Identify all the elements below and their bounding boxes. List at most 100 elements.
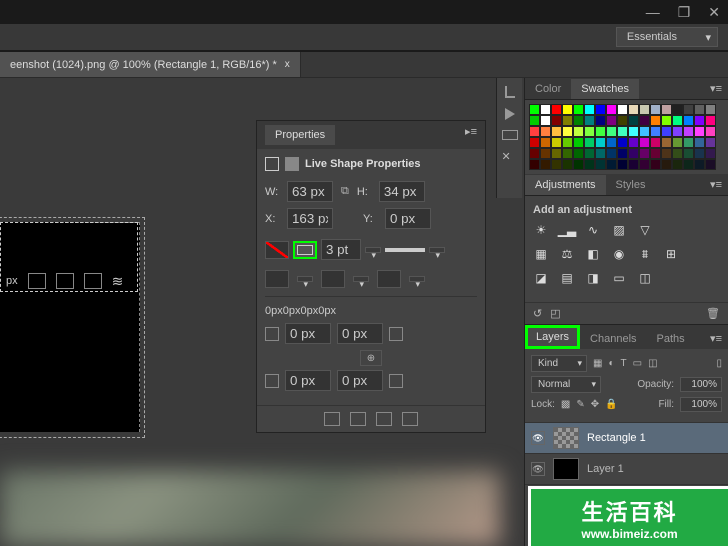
panel-menu-icon[interactable]: ▾≡ bbox=[704, 328, 728, 349]
stroke-style-dd[interactable] bbox=[429, 247, 445, 253]
tab-paths[interactable]: Paths bbox=[647, 329, 695, 349]
swatch[interactable] bbox=[672, 159, 683, 170]
brightness-icon[interactable]: ☀ bbox=[533, 222, 549, 238]
swatch[interactable] bbox=[694, 115, 705, 126]
swatch[interactable] bbox=[705, 104, 716, 115]
swatch[interactable] bbox=[562, 104, 573, 115]
opacity-input[interactable]: 100% bbox=[680, 377, 722, 392]
swatch[interactable] bbox=[606, 104, 617, 115]
link-radii-button[interactable]: ⊕ bbox=[360, 350, 382, 366]
threshold-icon[interactable]: ◨ bbox=[585, 270, 601, 286]
align-icon-2[interactable] bbox=[56, 273, 74, 289]
invert-icon[interactable]: ◪ bbox=[533, 270, 549, 286]
filter-shape-icon[interactable]: ▭ bbox=[633, 358, 642, 369]
stroke-swatch[interactable] bbox=[293, 241, 317, 259]
swatch[interactable] bbox=[650, 104, 661, 115]
history-icon[interactable] bbox=[505, 86, 515, 98]
posterize-icon[interactable]: ▤ bbox=[559, 270, 575, 286]
hue-icon[interactable]: ▦ bbox=[533, 246, 549, 262]
swatch[interactable] bbox=[650, 148, 661, 159]
blend-mode-dd[interactable]: Normal bbox=[531, 376, 601, 393]
swatch[interactable] bbox=[540, 115, 551, 126]
swatch[interactable] bbox=[650, 159, 661, 170]
swatch[interactable] bbox=[540, 126, 551, 137]
swatch[interactable] bbox=[628, 126, 639, 137]
properties-tab[interactable]: Properties bbox=[265, 125, 335, 145]
gradient-map-icon[interactable]: ▭ bbox=[611, 270, 627, 286]
swatch[interactable] bbox=[606, 126, 617, 137]
swatch[interactable] bbox=[529, 148, 540, 159]
swatch[interactable] bbox=[694, 159, 705, 170]
swatch[interactable] bbox=[562, 137, 573, 148]
y-input[interactable] bbox=[385, 208, 431, 229]
swatch[interactable] bbox=[672, 115, 683, 126]
paragraph-icon[interactable] bbox=[502, 130, 518, 140]
bw-icon[interactable]: ◧ bbox=[585, 246, 601, 262]
pathop-intersect-icon[interactable] bbox=[376, 412, 392, 426]
radius-tl-input[interactable] bbox=[285, 323, 331, 344]
swatch[interactable] bbox=[628, 137, 639, 148]
swatch[interactable] bbox=[595, 126, 606, 137]
stroke-corner-icon[interactable] bbox=[377, 270, 401, 288]
swatch[interactable] bbox=[683, 104, 694, 115]
swatch[interactable] bbox=[672, 148, 683, 159]
stroke-width-dd[interactable] bbox=[365, 247, 381, 253]
swatch[interactable] bbox=[639, 126, 650, 137]
tab-adjustments[interactable]: Adjustments bbox=[525, 175, 606, 195]
swatch[interactable] bbox=[540, 137, 551, 148]
pathop-subtract-icon[interactable] bbox=[350, 412, 366, 426]
swatch[interactable] bbox=[628, 115, 639, 126]
trash-icon[interactable]: 🗑 bbox=[706, 307, 720, 320]
swatches-grid[interactable] bbox=[525, 100, 728, 174]
channel-mixer-icon[interactable]: ⩩ bbox=[637, 246, 653, 262]
swatch[interactable] bbox=[672, 137, 683, 148]
stroke-style-preview[interactable] bbox=[385, 248, 425, 252]
swatch[interactable] bbox=[639, 104, 650, 115]
swatch[interactable] bbox=[551, 159, 562, 170]
swatch[interactable] bbox=[562, 159, 573, 170]
swatch[interactable] bbox=[551, 137, 562, 148]
swatch[interactable] bbox=[595, 148, 606, 159]
canvas[interactable] bbox=[0, 222, 140, 432]
swatch[interactable] bbox=[562, 115, 573, 126]
swatch[interactable] bbox=[617, 159, 628, 170]
tab-layers[interactable]: Layers bbox=[525, 325, 580, 349]
radius-br-input[interactable] bbox=[337, 370, 383, 391]
swatch[interactable] bbox=[584, 148, 595, 159]
swatch[interactable] bbox=[694, 104, 705, 115]
visibility-toggle[interactable]: 👁 bbox=[531, 431, 545, 445]
restore-button[interactable]: ❐ bbox=[678, 4, 691, 21]
swatch[interactable] bbox=[562, 148, 573, 159]
swatch[interactable] bbox=[529, 126, 540, 137]
swatch[interactable] bbox=[694, 137, 705, 148]
swatch[interactable] bbox=[650, 115, 661, 126]
swatch[interactable] bbox=[639, 137, 650, 148]
swatch[interactable] bbox=[573, 159, 584, 170]
stroke-cap-dd[interactable] bbox=[353, 276, 369, 282]
play-icon[interactable] bbox=[505, 108, 515, 120]
swatch[interactable] bbox=[529, 137, 540, 148]
swatch[interactable] bbox=[705, 148, 716, 159]
filter-adjust-icon[interactable]: ◐ bbox=[608, 358, 614, 369]
swatch[interactable] bbox=[683, 126, 694, 137]
reset-icon[interactable]: ↺ bbox=[533, 307, 542, 320]
lock-all-icon[interactable]: 🔒 bbox=[605, 399, 617, 410]
swatch[interactable] bbox=[573, 148, 584, 159]
document-tab[interactable]: eenshot (1024).png @ 100% (Rectangle 1, … bbox=[0, 52, 301, 77]
swatch[interactable] bbox=[672, 104, 683, 115]
swatch[interactable] bbox=[617, 137, 628, 148]
visibility-toggle[interactable]: 👁 bbox=[531, 462, 545, 476]
swatch[interactable] bbox=[540, 159, 551, 170]
swatch[interactable] bbox=[584, 159, 595, 170]
stroke-align-icon[interactable] bbox=[265, 270, 289, 288]
tab-swatches[interactable]: Swatches bbox=[571, 79, 639, 99]
settings-icon[interactable]: ✕ bbox=[502, 150, 518, 166]
clip-icon[interactable]: ◰ bbox=[550, 307, 560, 320]
pathop-combine-icon[interactable] bbox=[324, 412, 340, 426]
swatch[interactable] bbox=[639, 115, 650, 126]
swatch[interactable] bbox=[661, 115, 672, 126]
lock-transparency-icon[interactable]: ▩ bbox=[561, 399, 570, 410]
swatch[interactable] bbox=[606, 159, 617, 170]
workspace-selector[interactable]: Essentials bbox=[616, 27, 718, 47]
swatch[interactable] bbox=[617, 126, 628, 137]
